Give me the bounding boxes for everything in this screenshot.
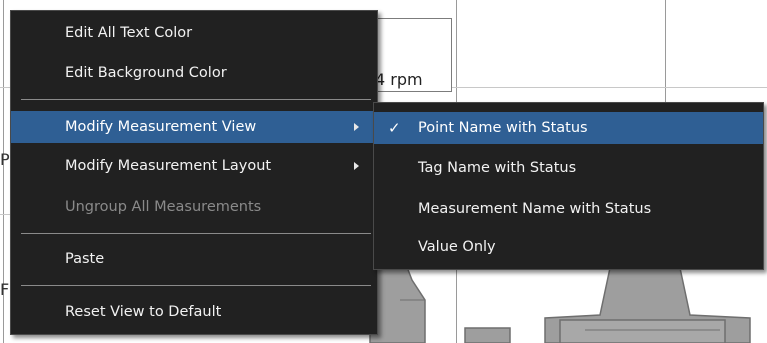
submenu-arrow-icon [354,162,359,170]
machine-coupling [464,327,511,343]
menu-separator [21,233,371,234]
submenu-item-measurement-name-with-status[interactable]: Measurement Name with Status [374,193,763,225]
menu-item-edit-all-text-color[interactable]: Edit All Text Color [11,17,377,49]
context-menu: Edit All Text Color Edit Background Colo… [10,10,378,335]
menu-separator [21,99,371,100]
menu-item-edit-background-color[interactable]: Edit Background Color [11,57,377,89]
menu-item-ungroup-all-measurements: Ungroup All Measurements [65,199,262,215]
menu-item-paste[interactable]: Paste [11,243,377,275]
menu-item-reset-view-to-default[interactable]: Reset View to Default [11,296,377,328]
check-icon: ✓ [388,119,401,137]
submenu-item-value-only[interactable]: Value Only [374,231,763,263]
menu-item-label: Modify Measurement Layout [65,158,272,174]
submenu-measurement-view: ✓ Point Name with Status Tag Name with S… [373,102,764,270]
submenu-item-label: Point Name with Status [418,120,588,136]
machine-housing-left [369,261,426,343]
machine-base-right [559,319,726,343]
menu-item-modify-measurement-view[interactable]: Modify Measurement View [11,111,377,143]
menu-item-modify-measurement-layout[interactable]: Modify Measurement Layout [11,150,377,182]
submenu-item-point-name-with-status[interactable]: ✓ Point Name with Status [374,112,763,144]
diagram-canvas: 4 rpm P F Edit All Text Color Edit Backg… [0,0,767,343]
menu-separator [21,285,371,286]
submenu-arrow-icon [354,123,359,131]
submenu-item-tag-name-with-status[interactable]: Tag Name with Status [374,152,763,184]
menu-item-label: Modify Measurement View [65,119,257,135]
